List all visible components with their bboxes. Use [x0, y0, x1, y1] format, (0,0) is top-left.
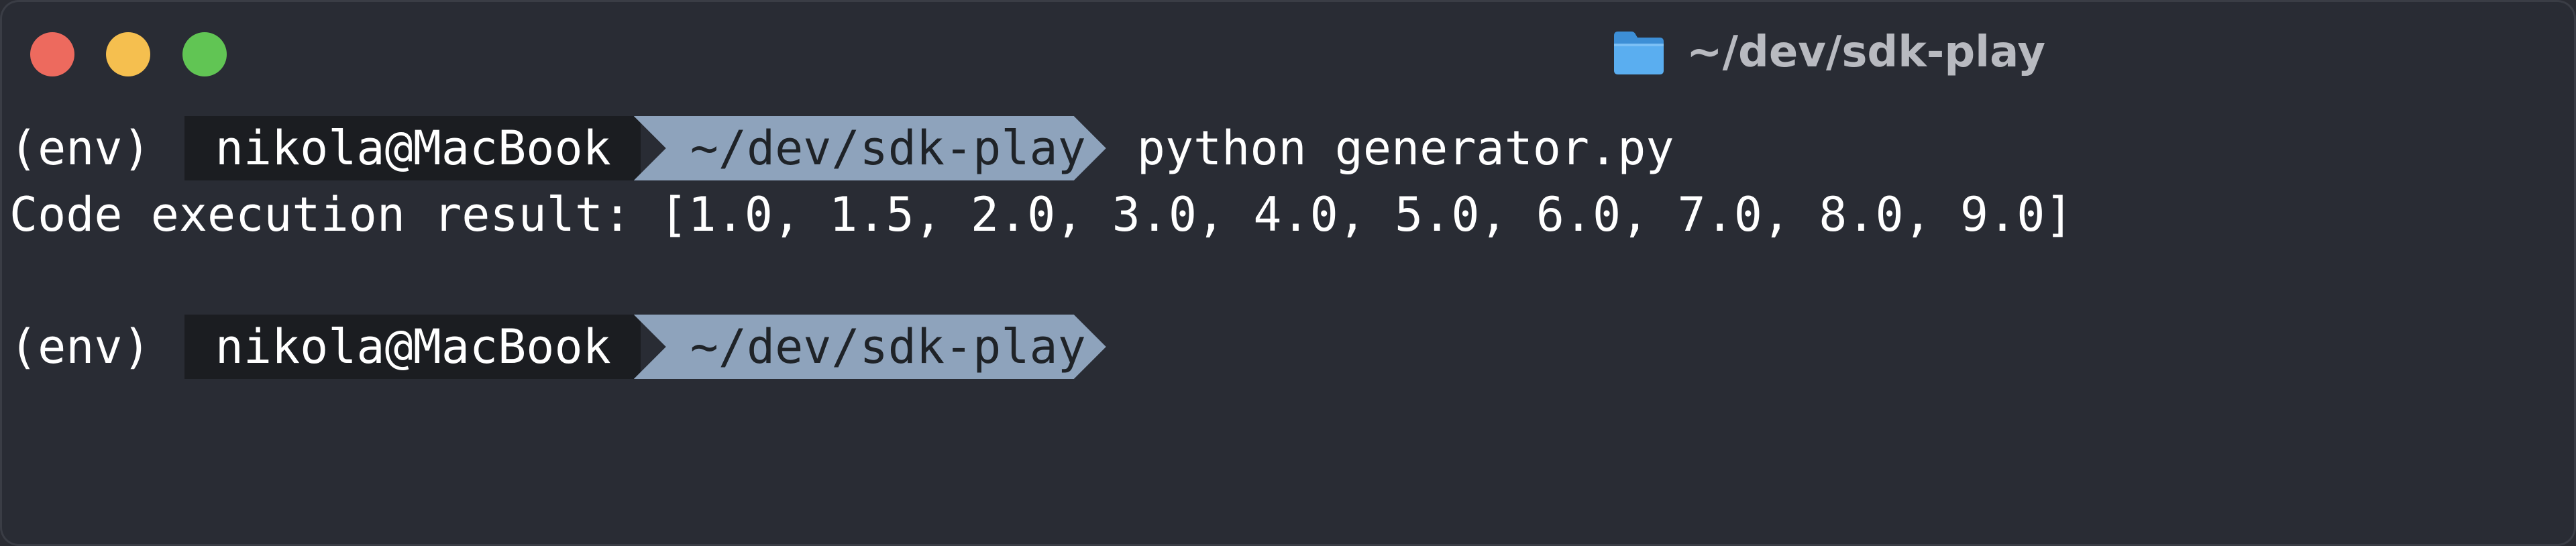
minimize-button[interactable] [106, 32, 150, 76]
prompt-line: (env) nikola@MacBook ~/dev/sdk-play [9, 315, 1137, 379]
command-text: python generator.py [1136, 121, 1674, 176]
terminal-content[interactable]: (env) nikola@MacBook ~/dev/sdk-play pyth… [0, 101, 2576, 546]
terminal-window: ~/dev/sdk-play (env) nikola@MacBook ~/de… [0, 0, 2576, 546]
folder-icon [1611, 29, 1666, 76]
env-indicator: (env) [9, 121, 151, 176]
output-line: Code execution result: [1.0, 1.5, 2.0, 3… [9, 182, 2073, 247]
zoom-button[interactable] [182, 32, 227, 76]
prompt-path-segment: ~/dev/sdk-play [634, 116, 1106, 180]
prompt-user-segment: nikola@MacBook [184, 116, 641, 180]
command-output: Code execution result: [1.0, 1.5, 2.0, 3… [9, 187, 2074, 242]
close-button[interactable] [30, 32, 74, 76]
env-indicator: (env) [9, 319, 151, 374]
prompt-user-segment: nikola@MacBook [184, 315, 641, 379]
prompt-line: (env) nikola@MacBook ~/dev/sdk-play pyth… [9, 116, 1674, 180]
prompt-path-segment: ~/dev/sdk-play [634, 315, 1106, 379]
title-bar[interactable]: ~/dev/sdk-play [0, 0, 2576, 101]
window-title-text: ~/dev/sdk-play [1686, 28, 2046, 77]
window-title: ~/dev/sdk-play [1611, 25, 2045, 79]
